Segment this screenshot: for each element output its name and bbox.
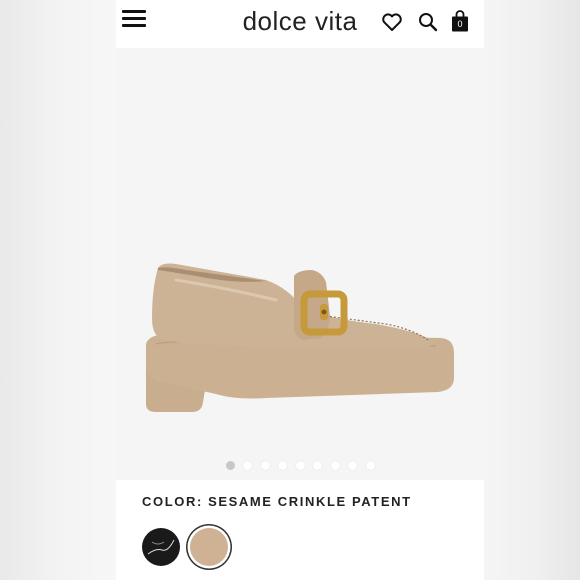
swatch-sesame xyxy=(190,528,228,566)
carousel-dot[interactable] xyxy=(278,461,287,470)
carousel-dot[interactable] xyxy=(243,461,252,470)
carousel-dot[interactable] xyxy=(226,461,235,470)
marble-texture xyxy=(147,539,175,555)
color-label: COLOR: SESAME CRINKLE PATENT xyxy=(142,494,412,509)
bag-count-badge: 0 xyxy=(457,19,463,29)
phone-screen: dolce vita 0 COLOR: SESAME CRINKLE PATEN… xyxy=(116,0,484,580)
swatch-sesame-selected[interactable] xyxy=(186,524,232,570)
shoe-image xyxy=(146,263,454,412)
carousel-dots xyxy=(116,461,484,473)
carousel-dot[interactable] xyxy=(348,461,357,470)
product-image[interactable] xyxy=(116,48,484,480)
heart-icon[interactable] xyxy=(380,10,404,34)
carousel-dot[interactable] xyxy=(296,461,305,470)
carousel-dot[interactable] xyxy=(313,461,322,470)
carousel-dot[interactable] xyxy=(366,461,375,470)
carousel-dot[interactable] xyxy=(331,461,340,470)
carousel-dot[interactable] xyxy=(261,461,270,470)
swatch-black[interactable] xyxy=(142,528,180,566)
bag-button[interactable]: 0 xyxy=(451,10,475,34)
search-icon[interactable] xyxy=(416,10,440,34)
site-header: dolce vita 0 xyxy=(116,0,484,48)
